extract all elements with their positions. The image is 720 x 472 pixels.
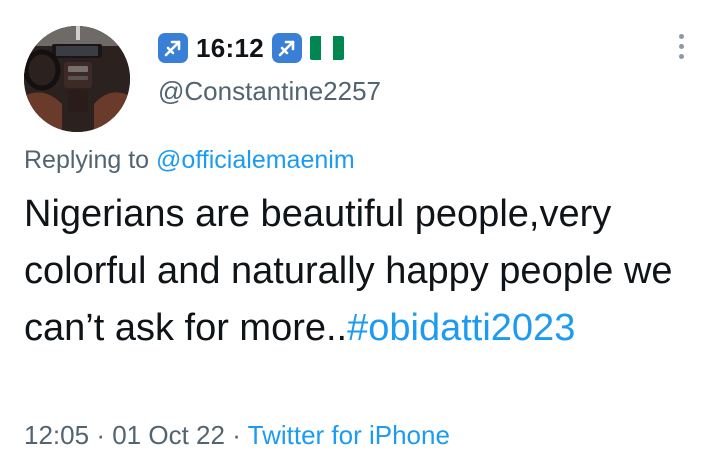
- tweet-date[interactable]: 01 Oct 22: [112, 420, 225, 450]
- meta-separator: ·: [96, 420, 105, 450]
- more-options-icon[interactable]: [676, 34, 686, 59]
- author-handle[interactable]: @Constantine2257: [158, 76, 381, 107]
- tweet-source-link[interactable]: Twitter for iPhone: [248, 420, 450, 450]
- car-interior-photo: [24, 26, 130, 132]
- reply-target-link[interactable]: @officialemaenim: [156, 146, 355, 174]
- author-display-name[interactable]: 16:12: [196, 33, 264, 64]
- tweet-text: Nigerians are beautiful people,very colo…: [24, 186, 704, 357]
- sagittarius-icon: [158, 33, 188, 63]
- tweet-card: 16:12 @Constantine2257 Replying to @offi…: [0, 0, 720, 472]
- avatar[interactable]: [24, 26, 130, 132]
- hashtag-link[interactable]: #obidatti2023: [347, 307, 575, 349]
- sagittarius-icon: [272, 33, 302, 63]
- tweet-meta: 12:05 · 01 Oct 22 · Twitter for iPhone: [24, 420, 450, 451]
- replying-to-label: Replying to: [24, 146, 150, 174]
- author-name-row[interactable]: 16:12: [158, 30, 344, 66]
- nigeria-flag-icon: [310, 36, 344, 60]
- replying-to-line: Replying to @officialemaenim: [24, 146, 355, 175]
- tweet-time[interactable]: 12:05: [24, 420, 89, 450]
- meta-separator: ·: [232, 420, 241, 450]
